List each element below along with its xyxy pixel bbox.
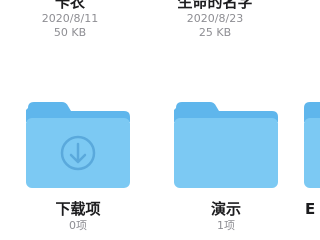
file-size: 25 KB [198, 26, 232, 39]
folder-item-partial-label: E [305, 199, 320, 219]
folder-item-demo-label: 演示 1项 [172, 199, 280, 233]
folder-count: 1项 [217, 219, 235, 232]
folder-demo-icon[interactable] [172, 100, 280, 190]
file-name: 生命的名字 [177, 0, 253, 11]
folder-name: 演示 [210, 200, 241, 218]
folder-partial-icon[interactable] [302, 100, 320, 190]
folder-count: 0项 [69, 219, 87, 232]
file-item-kanong[interactable]: 卡农 2020/8/11 50 KB [20, 0, 120, 40]
file-item-shengming[interactable]: 生命的名字 2020/8/23 25 KB [150, 0, 280, 40]
folder-name: 下载项 [55, 200, 101, 218]
folder-item-downloads-label: 下载项 0项 [24, 199, 132, 233]
file-name: 卡农 [54, 0, 85, 11]
file-grid: 卡农 2020/8/11 50 KB 生命的名字 2020/8/23 25 KB [0, 0, 320, 240]
folder-downloads-icon[interactable] [24, 100, 132, 190]
file-date: 2020/8/23 [186, 12, 244, 25]
folder-name: E [305, 200, 316, 218]
file-date: 2020/8/11 [41, 12, 99, 25]
file-size: 50 KB [53, 26, 87, 39]
